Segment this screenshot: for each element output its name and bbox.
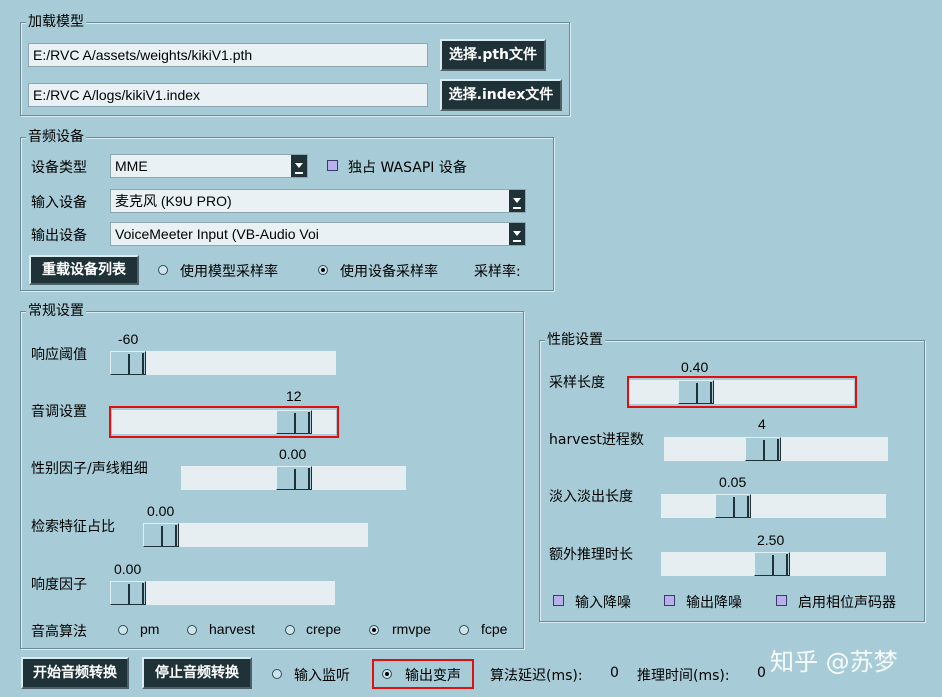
algo-delay-value: 0: [610, 665, 619, 681]
load-model-title: 加载模型: [26, 14, 86, 30]
model-sr-radio[interactable]: [158, 265, 168, 275]
f0-radio-fcpe[interactable]: [459, 625, 469, 635]
input-monitor-radio[interactable]: [272, 669, 282, 679]
phase-vocoder-label: 启用相位声码器: [798, 595, 896, 611]
crossfade-slider[interactable]: [661, 494, 886, 518]
f0-radio-crepe[interactable]: [285, 625, 295, 635]
select-pth-button[interactable]: 选择.pth文件: [440, 39, 546, 71]
output-voice-radio[interactable]: [382, 669, 392, 679]
output-denoise-label: 输出降噪: [686, 595, 742, 611]
block-time-highlight-box: [627, 376, 857, 408]
input-device-label: 输入设备: [31, 195, 87, 211]
algo-delay-label: 算法延迟(ms):: [490, 668, 583, 684]
output-denoise-checkbox[interactable]: [664, 595, 675, 606]
block-time-value: 0.40: [681, 359, 709, 375]
index-rate-value: 0.00: [147, 503, 175, 519]
threshold-slider-handle[interactable]: [110, 351, 146, 375]
general-settings-title: 常规设置: [26, 303, 86, 319]
performance-title: 性能设置: [545, 332, 605, 348]
index-rate-slider-handle[interactable]: [143, 523, 179, 547]
threshold-value: -60: [118, 331, 139, 347]
index-rate-label: 检索特征占比: [31, 519, 115, 535]
input-device-value: 麦克风 (K9U PRO): [115, 193, 232, 209]
device-sr-radio[interactable]: [318, 265, 328, 275]
f0-option-rmvpe: rmvpe: [392, 621, 431, 637]
wasapi-checkbox[interactable]: [327, 160, 338, 171]
formant-slider-handle[interactable]: [276, 466, 312, 490]
chevron-down-icon: [291, 155, 307, 177]
harvest-processes-label: harvest进程数: [549, 432, 644, 448]
input-monitor-label: 输入监听: [294, 668, 350, 684]
pth-path-input[interactable]: E:/RVC A/assets/weights/kikiV1.pth: [28, 43, 428, 67]
f0-option-fcpe: fcpe: [481, 621, 508, 637]
f0-option-crepe: crepe: [306, 621, 342, 637]
infer-time-label: 推理时间(ms):: [637, 668, 730, 684]
start-conversion-button[interactable]: 开始音频转换: [21, 657, 129, 689]
output-device-label: 输出设备: [31, 228, 87, 244]
phase-vocoder-checkbox[interactable]: [776, 595, 787, 606]
formant-value: 0.00: [279, 446, 307, 462]
f0-radio-harvest[interactable]: [187, 625, 197, 635]
rms-slider-handle[interactable]: [110, 581, 146, 605]
sample-rate-label: 采样率:: [474, 264, 521, 280]
f0-radio-pm[interactable]: [118, 625, 128, 635]
input-device-select[interactable]: 麦克风 (K9U PRO): [110, 189, 526, 213]
pitch-value: 12: [286, 388, 302, 404]
rms-label: 响度因子: [31, 577, 87, 593]
f0-option-pm: pm: [140, 621, 160, 637]
block-time-label: 采样长度: [549, 375, 605, 391]
crossfade-label: 淡入淡出长度: [549, 489, 633, 505]
audio-device-title: 音频设备: [26, 129, 86, 145]
f0-option-harvest: harvest: [209, 621, 255, 637]
select-index-button[interactable]: 选择.index文件: [440, 79, 562, 111]
pitch-highlight-box: [109, 406, 339, 438]
extra-time-value: 2.50: [757, 532, 785, 548]
f0-radio-rmvpe[interactable]: [369, 625, 379, 635]
stop-conversion-button[interactable]: 停止音频转换: [142, 657, 252, 689]
output-device-value: VoiceMeeter Input (VB-Audio Voi: [115, 226, 319, 242]
threshold-label: 响应阈值: [31, 347, 87, 363]
output-device-select[interactable]: VoiceMeeter Input (VB-Audio Voi: [110, 222, 526, 246]
input-denoise-checkbox[interactable]: [553, 595, 564, 606]
zhihu-watermark: 知乎 @苏梦: [770, 648, 898, 676]
output-voice-label: 输出变声: [405, 668, 461, 684]
device-sr-label: 使用设备采样率: [340, 264, 438, 280]
formant-label: 性别因子/声线粗细: [31, 461, 148, 477]
extra-time-label: 额外推理时长: [549, 547, 633, 563]
rms-value: 0.00: [114, 561, 142, 577]
crossfade-value: 0.05: [719, 474, 747, 490]
chevron-down-icon: [509, 190, 525, 212]
harvest-processes-value: 4: [758, 416, 766, 432]
crossfade-slider-handle[interactable]: [715, 494, 751, 518]
wasapi-label: 独占 WASAPI 设备: [348, 160, 467, 176]
device-type-select[interactable]: MME: [110, 154, 308, 178]
reload-devices-button[interactable]: 重载设备列表: [29, 255, 139, 285]
infer-time-value: 0: [757, 665, 766, 681]
extra-time-slider-handle[interactable]: [754, 552, 790, 576]
chevron-down-icon: [509, 223, 525, 245]
model-sr-label: 使用模型采样率: [180, 264, 278, 280]
input-denoise-label: 输入降噪: [575, 595, 631, 611]
harvest-processes-slider-handle[interactable]: [745, 437, 781, 461]
device-type-label: 设备类型: [31, 160, 87, 176]
index-path-input[interactable]: E:/RVC A/logs/kikiV1.index: [28, 83, 428, 107]
f0-label: 音高算法: [31, 624, 87, 640]
pitch-label: 音调设置: [31, 404, 87, 420]
device-type-value: MME: [115, 158, 148, 174]
